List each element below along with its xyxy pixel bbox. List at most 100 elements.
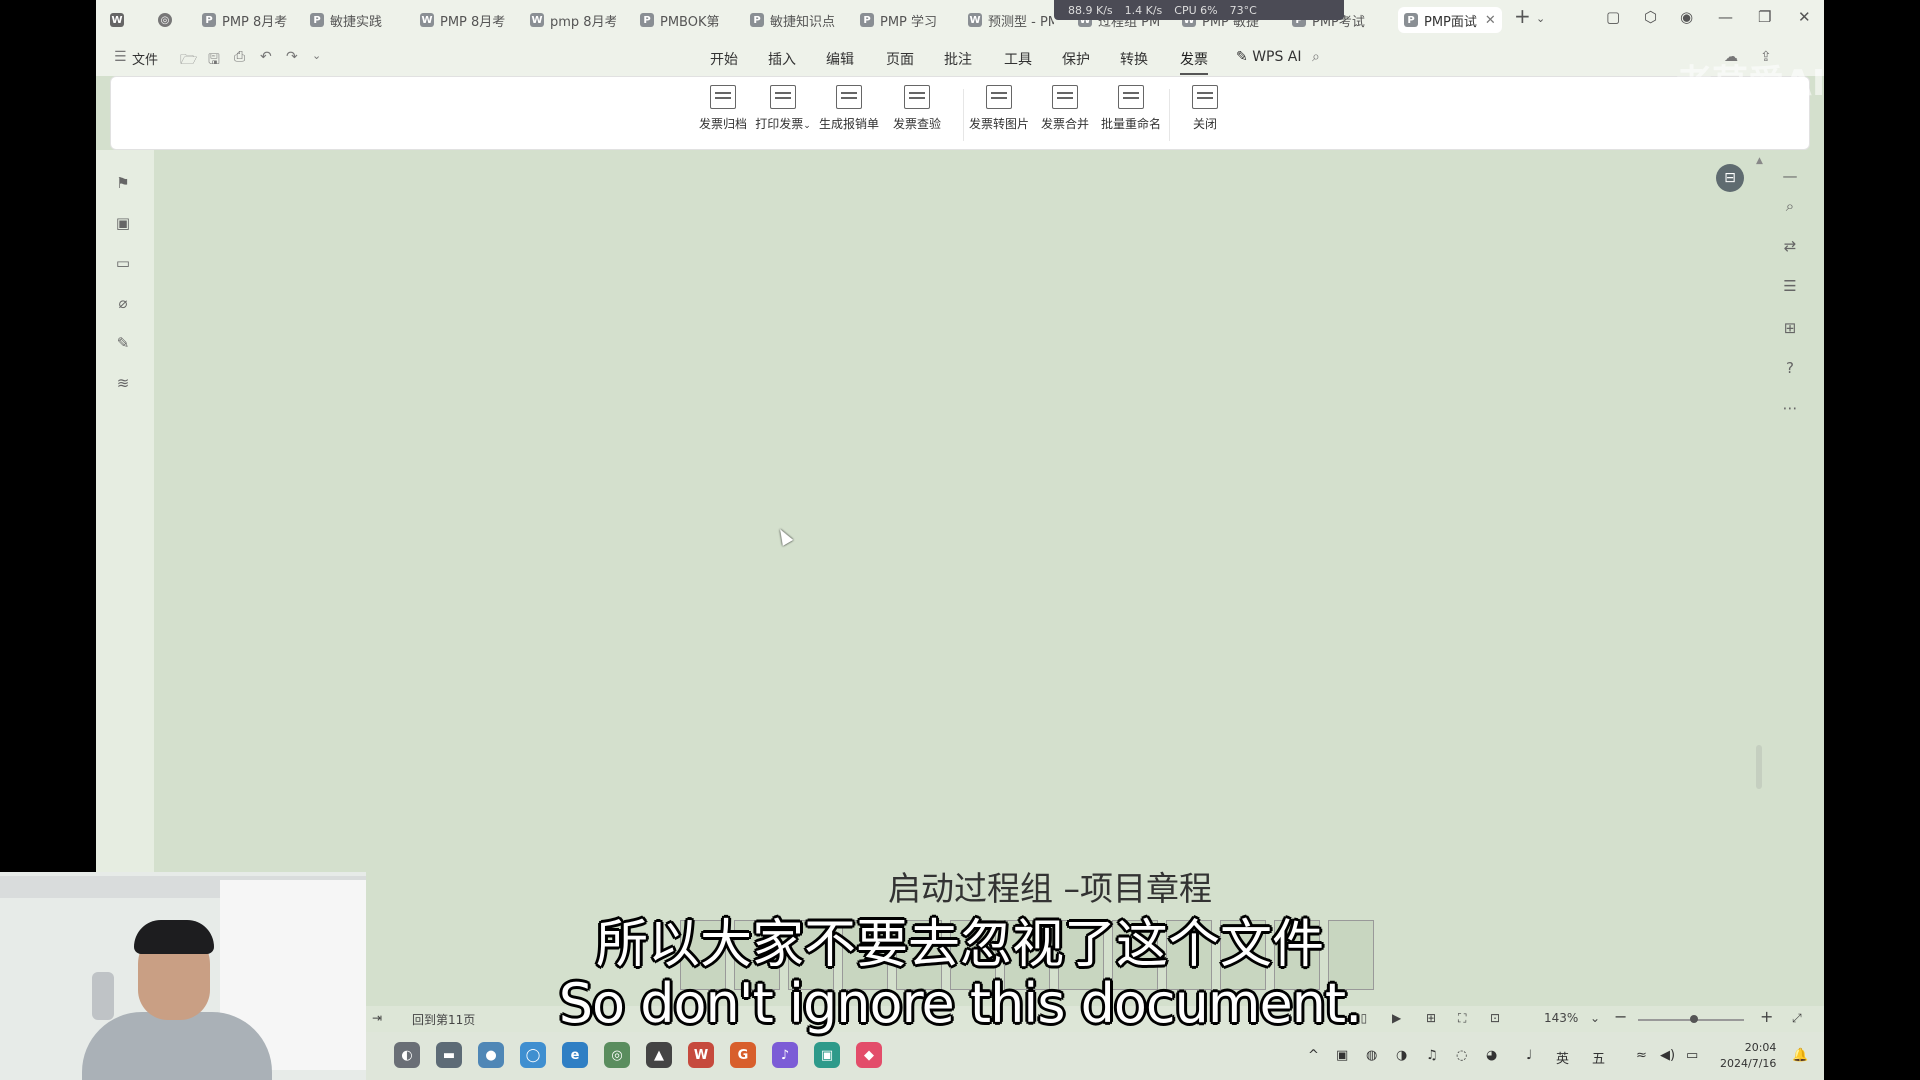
chrome-icon[interactable]: ◎ (604, 1042, 630, 1068)
signature-icon[interactable]: ✎ (114, 334, 132, 352)
search-icon[interactable]: ⌕ (1780, 196, 1800, 216)
restore-icon[interactable]: ❐ (1758, 8, 1771, 26)
tray-app-icon[interactable]: ◕ (1486, 1048, 1497, 1063)
help-icon[interactable]: ? (1780, 358, 1800, 378)
chevron-up-icon[interactable]: ^ (1308, 1048, 1319, 1063)
subtitle-chinese: 所以大家不要去忽视了这个文件 (595, 915, 1324, 975)
close-ribbon-button[interactable]: 关闭 (1175, 85, 1235, 132)
app-icon-2[interactable]: ● (478, 1042, 504, 1068)
translate-icon[interactable]: ⇄ (1780, 236, 1800, 256)
document-icon: W (968, 13, 982, 27)
chevron-down-icon[interactable]: ⌄ (1536, 12, 1545, 25)
invoice-to-image-button[interactable]: 发票转图片 (969, 85, 1029, 132)
menu-item-tools[interactable]: 工具 (1004, 49, 1032, 69)
tab-5[interactable]: P 敏捷知识点 (750, 7, 836, 33)
tab-label: PMP 8月考 (440, 14, 506, 30)
ime-language[interactable]: 英 (1556, 1048, 1569, 1067)
tab-7[interactable]: W 预测型 - PM (968, 7, 1054, 33)
tray-app-icon[interactable]: ◍ (1366, 1048, 1377, 1063)
close-tab-icon[interactable]: ✕ (1485, 13, 1496, 28)
settings-sliders-icon[interactable]: ☰ (1780, 276, 1800, 296)
menu-item-insert[interactable]: 插入 (768, 49, 796, 69)
collapse-icon[interactable]: — (1780, 166, 1800, 186)
redo-icon[interactable]: ↷ (286, 49, 298, 65)
read-mode-icon[interactable]: ⊞ (1780, 318, 1800, 338)
menu-item-convert[interactable]: 转换 (1120, 49, 1148, 69)
tab-label: PMP 学习 (880, 14, 938, 30)
save-icon[interactable]: 🖫 (208, 49, 220, 73)
wps-ai-button[interactable]: ✎ WPS AI (1236, 49, 1302, 65)
comment-icon[interactable]: ▭ (114, 254, 132, 272)
minimize-icon[interactable]: — (1718, 8, 1733, 26)
menu-bar: ☰ 文件 🗁 🖫 ⎙ ↶ ↷ ⌄ 开始 插入 编辑 页面 批注 工具 保护 转换… (96, 40, 1824, 76)
tray-app-icon[interactable]: ▣ (1336, 1048, 1348, 1063)
avatar[interactable]: ◉ (1680, 8, 1693, 26)
wifi-icon[interactable]: ≈ (1636, 1048, 1647, 1063)
volume-icon[interactable]: ◀) (1660, 1048, 1675, 1063)
document-icon: P (310, 13, 324, 27)
ime-mode[interactable]: 五 (1592, 1048, 1605, 1067)
tab-6[interactable]: P PMP 学习 (860, 7, 946, 33)
bookmark-icon[interactable]: ⚑ (114, 174, 132, 192)
merge-invoice-button[interactable]: 发票合并 (1035, 85, 1095, 132)
cube-icon[interactable]: ⬡ (1644, 8, 1657, 26)
search-icon[interactable]: ⌕ (1312, 49, 1320, 65)
edge-icon[interactable]: e (562, 1042, 588, 1068)
print-invoice-button[interactable]: 打印发票⌄ (753, 85, 813, 132)
wps-logo-icon[interactable]: W (110, 7, 130, 33)
tab-active[interactable]: P PMP面试 ✕ (1398, 7, 1502, 33)
window-layout-icon[interactable]: ▢ (1606, 8, 1620, 26)
print-icon[interactable]: ⎙ (234, 49, 245, 65)
tab-4[interactable]: P PMBOK第 (640, 7, 726, 33)
menu-item-edit[interactable]: 编辑 (826, 49, 854, 69)
menu-item-protect[interactable]: 保护 (1062, 49, 1090, 69)
float-tool-icon[interactable]: ⊟ (1716, 164, 1744, 192)
tray-app-icon[interactable]: ◌ (1456, 1048, 1467, 1063)
microphone-icon[interactable]: ♩ (1526, 1048, 1532, 1063)
tray-app-icon[interactable]: ♫ (1426, 1048, 1438, 1063)
tab-label: PMBOK第 (660, 14, 720, 30)
chat-icon[interactable]: ◯ (520, 1042, 546, 1068)
tray-app-icon[interactable]: ◑ (1396, 1048, 1407, 1063)
subtitle-english: So don't ignore this document. (558, 972, 1362, 1035)
attachment-icon[interactable]: ⌀ (114, 294, 132, 312)
app-icon-6[interactable]: ▣ (814, 1042, 840, 1068)
app-icon-5[interactable]: ♪ (772, 1042, 798, 1068)
menu-item-page[interactable]: 页面 (886, 49, 914, 69)
batch-rename-button[interactable]: 批量重命名 (1101, 85, 1161, 132)
tab-2[interactable]: W PMP 8月考 (420, 7, 506, 33)
document-icon: P (1404, 13, 1418, 27)
tab-3[interactable]: Wpmp 8月考 (530, 7, 616, 33)
file-menu[interactable]: 文件 (132, 49, 158, 68)
thumbnail-icon[interactable]: ▣ (114, 214, 132, 232)
open-folder-icon[interactable]: 🗁 (180, 49, 197, 73)
notification-icon[interactable]: 🔔 (1792, 1048, 1808, 1063)
more-icon[interactable]: ⋯ (1780, 398, 1800, 418)
new-tab-icon[interactable]: + (1514, 4, 1531, 28)
archive-invoice-button[interactable]: 发票归档 (693, 85, 753, 132)
generate-expense-button[interactable]: 生成报销单 (819, 85, 879, 132)
hamburger-icon[interactable]: ☰ (114, 49, 127, 65)
layers-icon[interactable]: ≋ (114, 374, 132, 392)
close-window-icon[interactable]: ✕ (1798, 8, 1811, 26)
app-icon-4[interactable]: G (730, 1042, 756, 1068)
app-icon-7[interactable]: ◆ (856, 1042, 882, 1068)
tab-0[interactable]: P PMP 8月考 (202, 7, 288, 33)
menu-item-start[interactable]: 开始 (710, 49, 738, 69)
tab-label: PMP面试 (1424, 14, 1477, 30)
tab-1[interactable]: P 敏捷实践 (310, 7, 396, 33)
system-clock[interactable]: 20:04 2024/7/16 (1720, 1040, 1776, 1072)
menu-item-comment[interactable]: 批注 (944, 49, 972, 69)
verify-invoice-button[interactable]: 发票查验 (887, 85, 947, 132)
wps-icon[interactable]: W (688, 1042, 714, 1068)
button-label: 发票归档 (698, 117, 747, 131)
menu-item-invoice[interactable]: 发票 (1180, 49, 1208, 75)
home-icon[interactable]: ◎ (158, 7, 178, 33)
chevron-down-icon[interactable]: ⌄ (312, 49, 321, 62)
app-icon-3[interactable]: ▲ (646, 1042, 672, 1068)
verify-icon (904, 85, 930, 109)
battery-icon[interactable]: ▭ (1686, 1048, 1698, 1063)
app-icon-1[interactable]: ◐ (394, 1042, 420, 1068)
undo-icon[interactable]: ↶ (260, 49, 272, 65)
folder-icon[interactable]: ▬ (436, 1042, 462, 1068)
